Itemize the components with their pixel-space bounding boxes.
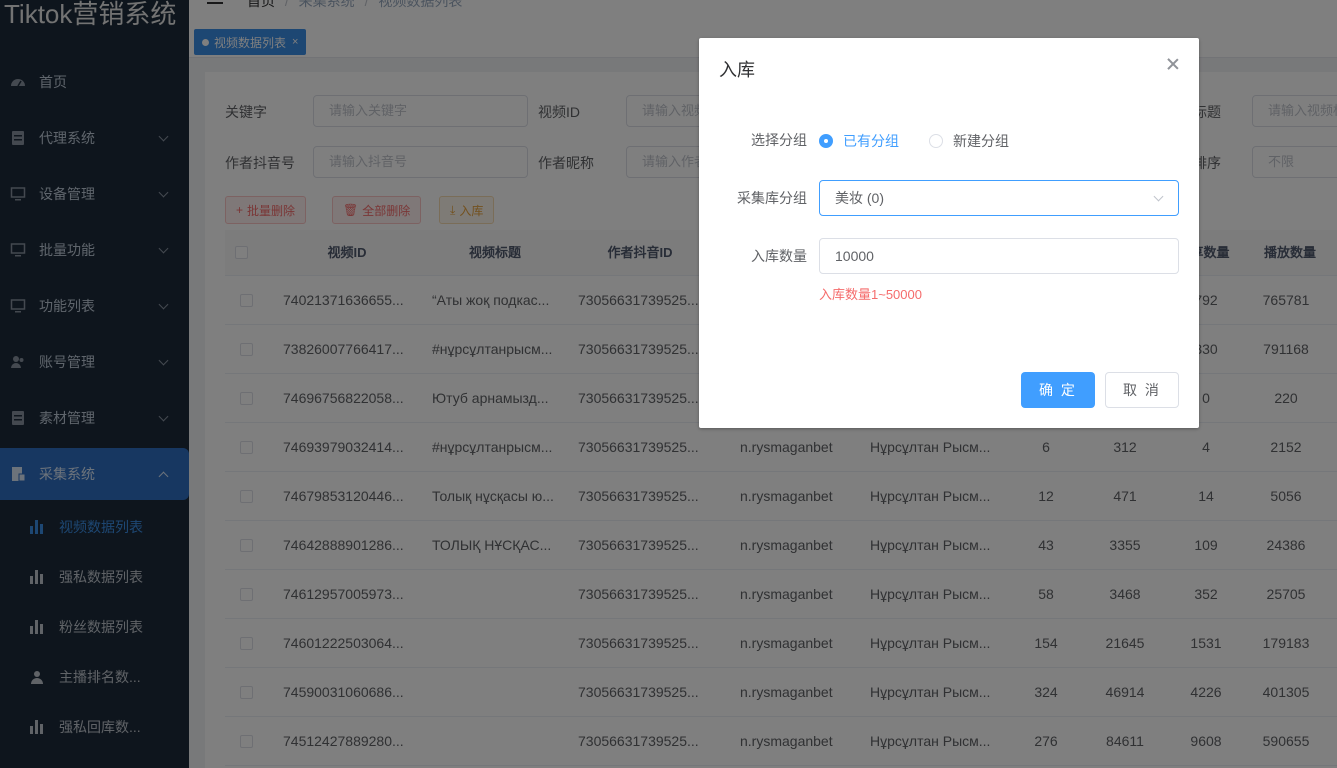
library-group-label: 采集库分组 bbox=[737, 190, 807, 206]
radio-unchecked-icon bbox=[929, 134, 943, 148]
chevron-down-icon bbox=[1153, 191, 1164, 202]
library-group-select[interactable]: 美妆 (0) bbox=[819, 180, 1179, 216]
count-hint: 入库数量1~50000 bbox=[819, 287, 922, 302]
radio-existing-group[interactable]: 已有分组 bbox=[819, 131, 899, 151]
radio-new-group[interactable]: 新建分组 bbox=[929, 131, 1009, 151]
cancel-button[interactable]: 取 消 bbox=[1105, 372, 1179, 408]
close-icon[interactable] bbox=[1165, 56, 1181, 72]
group-label: 选择分组 bbox=[751, 132, 807, 148]
count-input[interactable]: 10000 bbox=[819, 238, 1179, 274]
count-label: 入库数量 bbox=[751, 248, 807, 264]
import-dialog: 入库 选择分组 已有分组 新建分组 采集库分组 美妆 (0) 入库数量 1000… bbox=[699, 38, 1199, 428]
dialog-title: 入库 bbox=[719, 60, 755, 80]
radio-checked-icon bbox=[819, 134, 833, 148]
confirm-button[interactable]: 确 定 bbox=[1021, 372, 1095, 408]
